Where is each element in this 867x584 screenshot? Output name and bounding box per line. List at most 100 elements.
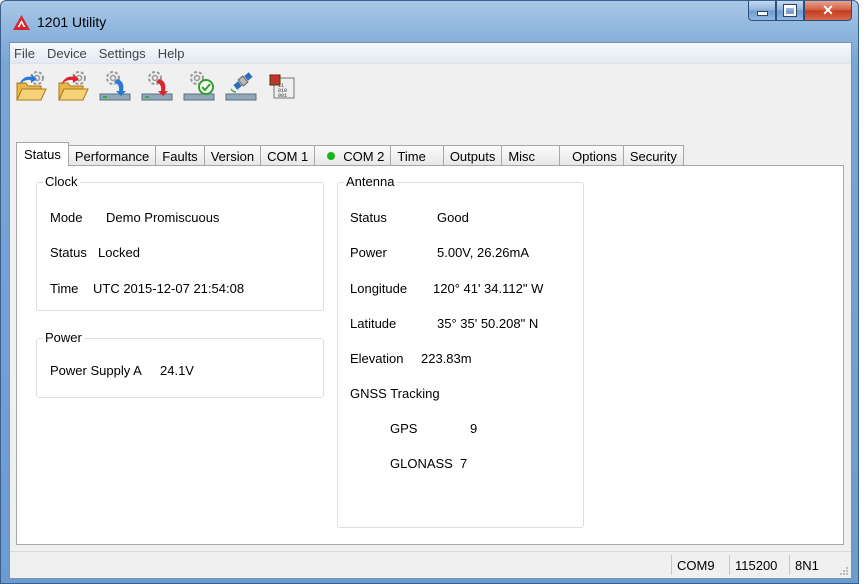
clock-time-label: Time [50, 281, 79, 296]
save-config-icon [58, 71, 89, 101]
antenna-status-value: Good [437, 210, 469, 225]
menu-help[interactable]: Help [152, 46, 191, 61]
firmware-upload-icon: 11 010 001 [269, 74, 295, 99]
antenna-latitude-row: Latitude 35° 35' 50.208" N [350, 316, 580, 332]
power-supply-label: Power Supply A [50, 363, 142, 378]
window-title: 1201 Utility [37, 14, 107, 30]
glonass-row: GLONASS 7 [390, 456, 570, 472]
minimize-button[interactable] [748, 1, 776, 21]
clock-status-row: Status Locked [50, 245, 310, 261]
antenna-latitude-label: Latitude [350, 316, 397, 331]
gnss-tracking-row: GNSS Tracking [350, 386, 580, 402]
antenna-group: Antenna Status Good Power 5.00V, 26.26mA… [337, 174, 584, 528]
tab-performance-label: Performance [74, 148, 150, 164]
tab-com1[interactable]: COM 1 [260, 145, 316, 166]
tab-security[interactable]: Security [622, 145, 684, 166]
power-supply-row: Power Supply A 24.1V [50, 363, 310, 379]
close-icon: ✕ [822, 2, 834, 18]
power-supply-value: 24.1V [160, 363, 194, 378]
tab-faults[interactable]: Faults [155, 145, 205, 166]
menu-bar: File Device Settings Help [10, 43, 851, 64]
menu-settings[interactable]: Settings [93, 46, 152, 61]
status-tab-panel: Clock Mode Demo Promiscuous Status Locke… [16, 165, 844, 545]
tab-version[interactable]: Version [203, 145, 262, 166]
firmware-upload-button[interactable]: 11 010 001 [262, 66, 304, 104]
resize-grip-icon[interactable] [839, 566, 849, 576]
clock-status-value: Locked [98, 245, 140, 260]
com2-status-indicator [327, 152, 336, 160]
tab-version-label: Version [210, 148, 255, 164]
tab-status-label: Status [24, 147, 61, 162]
antenna-status-row: Status Good [350, 210, 580, 226]
status-baud-text: 115200 [735, 557, 778, 573]
menu-file[interactable]: File [10, 46, 41, 61]
clock-mode-row: Mode Demo Promiscuous [50, 210, 310, 226]
title-bar[interactable]: 1201 Utility ✕ [1, 1, 858, 41]
satellite-button[interactable] [220, 66, 262, 104]
antenna-power-row: Power 5.00V, 26.26mA [350, 245, 580, 261]
tab-status[interactable]: Status [16, 142, 69, 166]
menu-device[interactable]: Device [41, 46, 93, 61]
antenna-longitude-label: Longitude [350, 281, 408, 296]
gps-value: 9 [470, 421, 478, 436]
tab-misc[interactable]: Misc [501, 145, 561, 166]
antenna-status-label: Status [350, 210, 387, 225]
antenna-group-title: Antenna [344, 174, 397, 189]
app-logo-icon [13, 15, 30, 30]
device-write-icon [141, 71, 173, 101]
device-read-icon [99, 71, 131, 101]
antenna-power-value: 5.00V, 26.26mA [437, 245, 530, 260]
tab-outputs[interactable]: Outputs [442, 145, 503, 166]
svg-text:001: 001 [278, 93, 287, 99]
glonass-label: GLONASS [390, 456, 453, 471]
power-group: Power Power Supply A 24.1V [36, 330, 324, 398]
device-read-button[interactable] [94, 66, 136, 104]
gps-label: GPS [390, 421, 418, 436]
tab-options-label: Options [572, 148, 617, 164]
minimize-icon [756, 11, 768, 16]
save-config-button[interactable] [52, 66, 94, 104]
status-format-text: 8N1 [795, 557, 819, 573]
open-config-button[interactable] [10, 66, 52, 104]
device-verify-icon [183, 71, 215, 101]
tab-time[interactable]: Time [390, 145, 444, 166]
status-bar: COM9 115200 8N1 [10, 551, 851, 578]
clock-group-title: Clock [43, 174, 80, 189]
antenna-longitude-value: 120° 41' 34.112" W [433, 281, 544, 296]
antenna-power-label: Power [350, 245, 387, 260]
device-verify-button[interactable] [178, 66, 220, 104]
clock-time-row: Time UTC 2015-12-07 21:54:08 [50, 281, 320, 297]
tab-strip: Status Performance Faults Version COM 1 … [16, 142, 684, 166]
tab-performance[interactable]: Performance [67, 145, 157, 166]
tab-com2-label: COM 2 [343, 148, 385, 164]
glonass-value: 7 [460, 456, 468, 471]
status-baud: 115200 [729, 555, 789, 575]
tab-faults-label: Faults [162, 148, 198, 164]
tab-options[interactable]: Options [559, 145, 624, 166]
tab-com2[interactable]: COM 2 [314, 145, 392, 166]
status-port-text: COM9 [677, 557, 715, 573]
close-button[interactable]: ✕ [804, 1, 852, 21]
satellite-icon [225, 72, 257, 101]
clock-status-label: Status [50, 245, 87, 260]
clock-time-value: UTC 2015-12-07 21:54:08 [93, 281, 245, 296]
client-area: File Device Settings Help 11 010 001 Sta… [9, 42, 852, 579]
gps-row: GPS 9 [390, 421, 570, 437]
tab-security-label: Security [629, 148, 677, 164]
antenna-elevation-row: Elevation 223.83m [350, 351, 580, 367]
clock-group: Clock Mode Demo Promiscuous Status Locke… [36, 174, 324, 311]
tab-misc-label: Misc [508, 148, 536, 164]
maximize-button[interactable] [776, 1, 804, 21]
device-write-button[interactable] [136, 66, 178, 104]
status-format: 8N1 [789, 555, 833, 575]
status-port: COM9 [671, 555, 729, 575]
clock-mode-label: Mode [50, 210, 83, 225]
tab-com1-label: COM 1 [267, 148, 309, 164]
power-group-title: Power [43, 330, 84, 345]
gnss-tracking-label: GNSS Tracking [350, 386, 440, 401]
app-window: 1201 Utility ✕ File Device Settings Help [0, 0, 859, 584]
antenna-longitude-row: Longitude 120° 41' 34.112" W [350, 281, 580, 297]
antenna-elevation-value: 223.83m [421, 351, 472, 366]
open-config-icon [16, 71, 47, 101]
clock-mode-value: Demo Promiscuous [106, 210, 220, 225]
